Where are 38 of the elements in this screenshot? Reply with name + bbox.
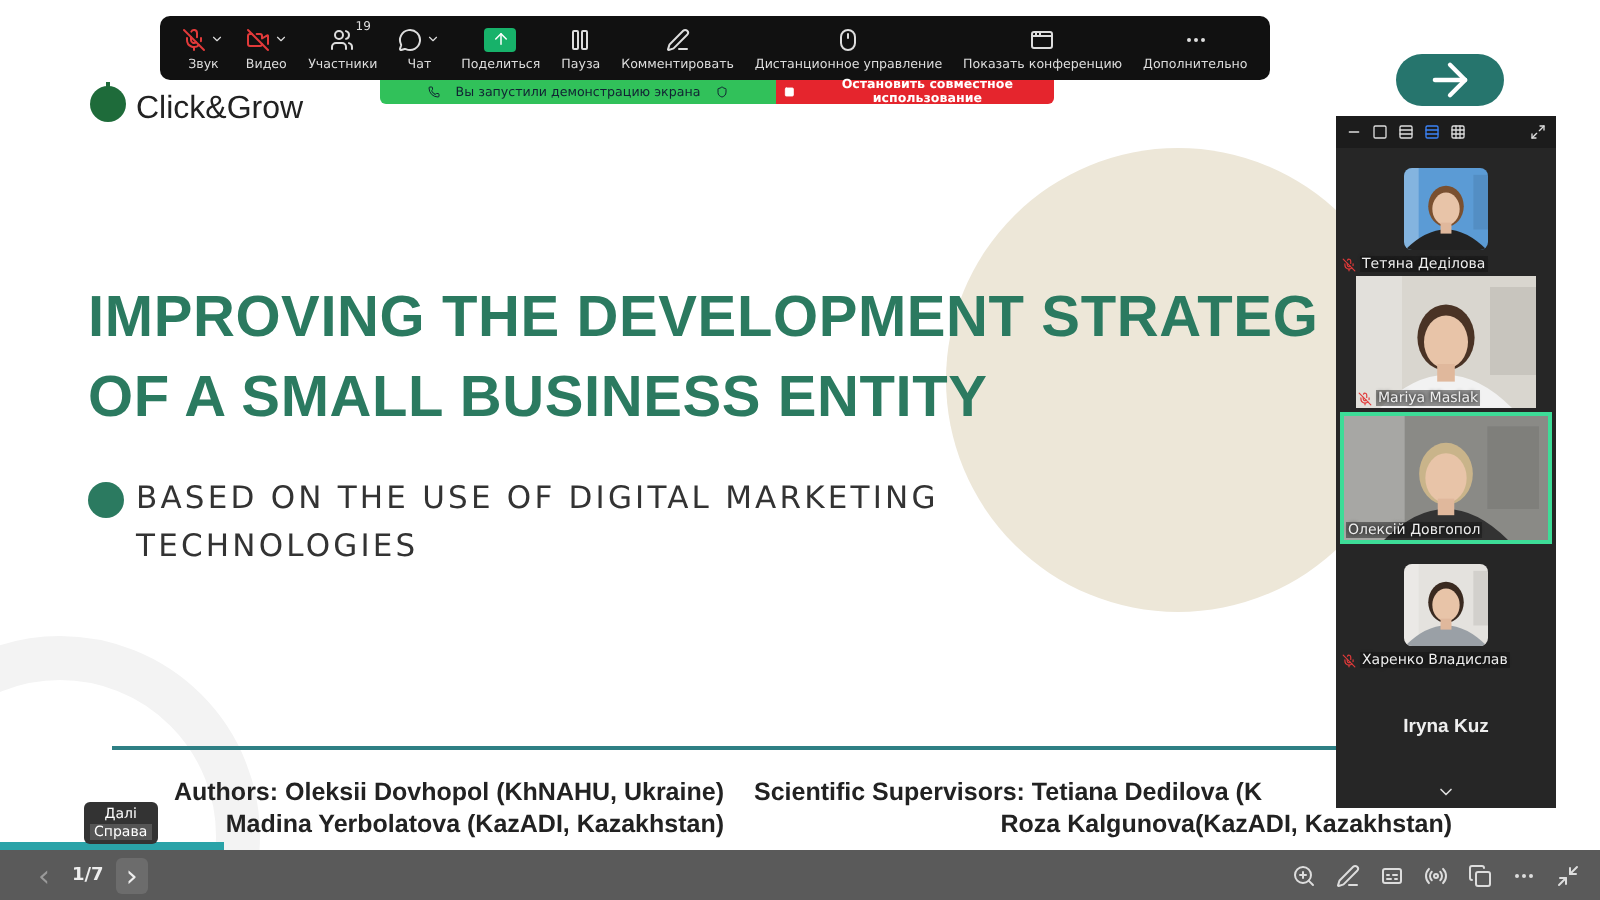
pen-icon xyxy=(665,27,690,51)
caret-icon[interactable] xyxy=(210,32,225,46)
pause-icon xyxy=(568,27,593,51)
supervisor-line: Roza Kalgunova(KazADI, Kazakhstan) xyxy=(1000,808,1452,840)
copy-icon[interactable] xyxy=(1468,863,1492,887)
page-number: 1/7 xyxy=(72,865,104,885)
logo-text: Click&Grow xyxy=(136,94,304,126)
people-icon xyxy=(330,27,355,51)
slide-subtitle: BASED ON THE USE OF DIGITAL MARKETING TECHNOLOGIES xyxy=(136,478,939,568)
chat-icon xyxy=(398,27,423,51)
shield-icon xyxy=(716,86,729,98)
caret-icon[interactable] xyxy=(273,32,288,46)
collapse-icon[interactable] xyxy=(1556,863,1580,887)
muted-icon xyxy=(1358,391,1372,405)
author-line: Authors: Oleksii Dovhopol (KhNAHU, Ukraine) xyxy=(173,776,724,808)
participant-name: Iryna Kuz xyxy=(1403,716,1489,738)
zoom-icon[interactable] xyxy=(1292,863,1316,887)
slide-title: IMPROVING THE DEVELOPMENT STRATEG xyxy=(88,284,1319,354)
next-slide-button[interactable] xyxy=(1396,54,1504,106)
mouse-icon xyxy=(836,27,861,51)
muted-icon xyxy=(1342,257,1356,271)
phone-icon xyxy=(427,86,440,98)
bullet-dot xyxy=(88,482,124,518)
muted-icon xyxy=(1342,653,1356,667)
slide-title: OF A SMALL BUSINESS ENTITY xyxy=(88,364,988,434)
sprout-logo-icon xyxy=(88,82,128,122)
stop-icon xyxy=(784,86,795,98)
broadcast-icon[interactable] xyxy=(1424,863,1448,887)
pen-icon[interactable] xyxy=(1336,863,1360,887)
video-tile[interactable] xyxy=(1404,564,1488,646)
author-line: Madina Yerbolatova (KazADI, Kazakhstan) xyxy=(225,808,724,840)
captions-icon[interactable] xyxy=(1380,863,1404,887)
supervisor-line: Scientific Supervisors: Tetiana Dedilova (K xyxy=(753,776,1262,808)
expand-icon[interactable] xyxy=(1530,124,1546,140)
caret-icon[interactable] xyxy=(426,32,441,46)
window-icon xyxy=(1030,27,1055,51)
video-tile[interactable] xyxy=(1404,168,1488,250)
next-button[interactable]: › xyxy=(115,857,148,893)
